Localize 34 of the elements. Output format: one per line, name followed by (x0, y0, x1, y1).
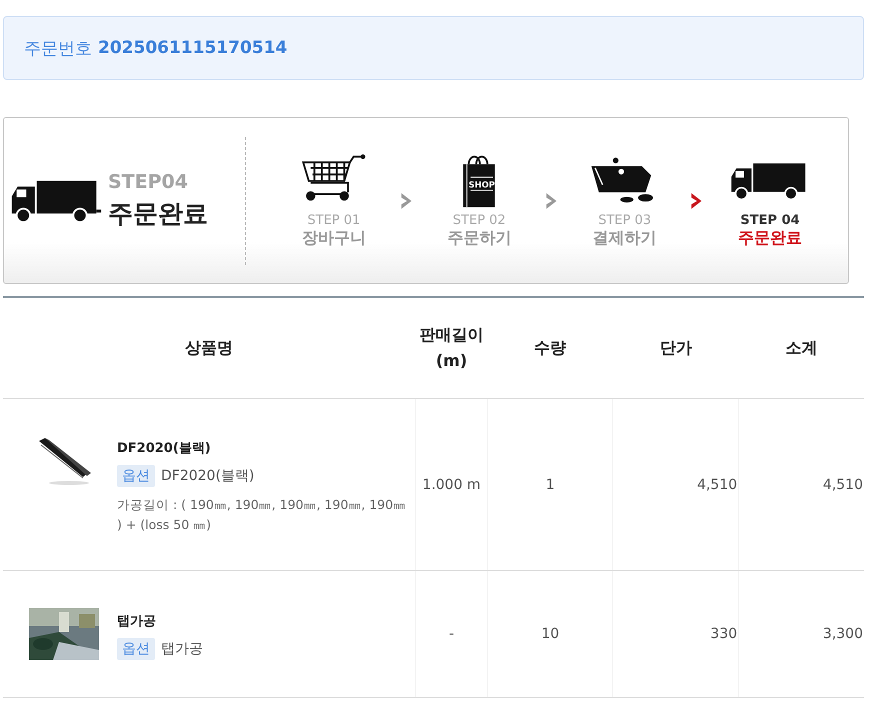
column-header: 단가 (612, 297, 739, 398)
column-header: 수량 (488, 297, 613, 398)
step-name: 장바구니 (302, 228, 366, 248)
option-value: DF2020(블랙) (161, 466, 254, 484)
step-label: STEP 04 (740, 212, 800, 228)
table-cell: 330 (710, 626, 738, 642)
table-cell: 4,510 (697, 476, 738, 492)
step-label: STEP 02 (452, 212, 506, 228)
option-tag: 옵션 (117, 638, 155, 660)
shop-label: SHOP (468, 179, 496, 190)
option-tag: 옵션 (117, 464, 155, 486)
step-label: STEP 03 (598, 212, 652, 228)
column-header: 상품명 (3, 297, 416, 398)
table-cell: 1 (546, 476, 555, 492)
order-number: 2025061115170514 (98, 38, 288, 58)
table-cell: - (448, 626, 454, 642)
table-cell: 3,300 (822, 626, 863, 642)
table-cell: 10 (541, 626, 560, 642)
shopping-bag-icon (463, 155, 496, 208)
step-name: 결제하기 (592, 228, 657, 248)
step-label: STEP 01 (307, 212, 360, 228)
table-cell: 1.000 m (422, 476, 481, 492)
processing-length: 가공길이 : ( 190㎜, 190㎜, 190㎜, 190㎜, 190㎜ ) + (loss 50 ㎜) (117, 496, 408, 534)
step-name: 주문완료 (738, 228, 802, 248)
current-step-title: 주문완료 (108, 198, 208, 230)
column-header: 소계 (738, 297, 864, 398)
step-name: 주문하기 (447, 228, 512, 248)
option-value: 탭가공 (161, 640, 203, 658)
column-header: 판매길이 (m) (415, 297, 488, 398)
table-cell: 4,510 (822, 476, 863, 492)
product-name: DF2020(블랙) (117, 440, 212, 456)
product-name: 탭가공 (117, 613, 157, 630)
current-step-label: STEP04 (108, 171, 189, 193)
order-number-label: 주문번호 (24, 38, 92, 60)
